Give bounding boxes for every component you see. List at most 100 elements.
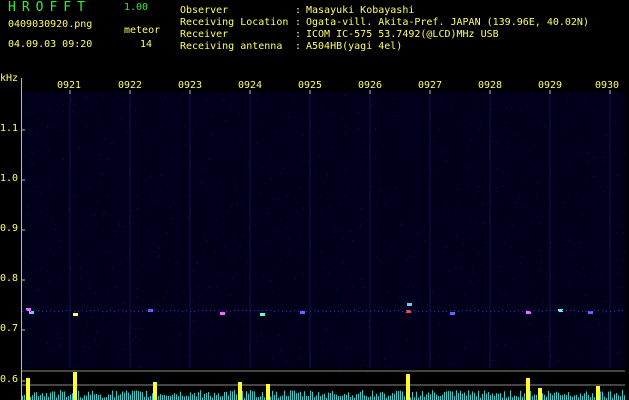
carrier-dot: [414, 310, 415, 311]
activity-bar: [476, 396, 477, 400]
noise-dot: [401, 106, 403, 107]
noise-dot: [195, 353, 196, 355]
activity-bar: [486, 393, 487, 400]
noise-dot: [134, 328, 136, 330]
noise-dot: [444, 212, 445, 214]
carrier-dot: [298, 311, 299, 312]
noise-dot: [415, 129, 417, 131]
noise-dot: [372, 99, 374, 101]
noise-dot: [109, 272, 111, 274]
minute-band: [129, 92, 131, 368]
activity-bar: [242, 391, 243, 400]
noise-dot: [486, 161, 487, 163]
activity-bar: [50, 392, 51, 400]
noise-dot: [105, 225, 107, 227]
noise-dot: [26, 105, 28, 107]
noise-dot: [108, 144, 110, 146]
noise-dot: [594, 256, 596, 258]
noise-dot: [149, 209, 151, 210]
noise-dot: [371, 104, 373, 106]
noise-dot: [479, 252, 481, 254]
noise-dot: [243, 100, 245, 102]
activity-bar: [444, 391, 445, 400]
noise-dot: [185, 303, 186, 305]
noise-dot: [340, 202, 342, 204]
noise-dot: [526, 366, 528, 368]
noise-dot: [184, 92, 186, 94]
noise-dot: [478, 128, 480, 130]
noise-dot: [479, 124, 481, 126]
noise-dot: [275, 132, 277, 134]
noise-dot: [102, 213, 104, 214]
noise-dot: [165, 246, 167, 248]
carrier-dot: [170, 310, 171, 311]
noise-dot: [607, 296, 609, 297]
noise-dot: [447, 362, 449, 364]
noise-dot: [169, 281, 171, 283]
noise-dot: [360, 173, 362, 175]
noise-dot: [439, 324, 441, 326]
carrier-dot: [510, 311, 511, 312]
noise-dot: [551, 242, 553, 244]
noise-dot: [449, 275, 451, 277]
carrier-dot: [310, 311, 311, 312]
noise-dot: [115, 287, 117, 289]
noise-dot: [377, 303, 379, 305]
noise-dot: [255, 335, 257, 337]
noise-dot: [262, 275, 264, 276]
noise-dot: [601, 260, 603, 262]
activity-bar: [46, 393, 47, 400]
noise-dot: [100, 134, 102, 136]
noise-dot: [133, 249, 135, 251]
noise-dot: [220, 316, 221, 318]
activity-bar: [544, 394, 545, 400]
noise-dot: [375, 101, 377, 103]
noise-dot: [146, 287, 148, 289]
noise-dot: [275, 342, 277, 344]
noise-dot: [302, 134, 304, 136]
noise-dot: [131, 209, 133, 211]
activity-bar: [84, 395, 85, 400]
noise-dot: [534, 100, 536, 102]
noise-dot: [578, 152, 580, 154]
noise-dot: [45, 97, 47, 99]
noise-dot: [45, 327, 47, 329]
carrier-dot: [454, 310, 455, 311]
carrier-dot: [130, 310, 131, 311]
noise-dot: [624, 95, 626, 97]
carrier-dot: [558, 311, 559, 312]
noise-dot: [159, 126, 161, 128]
noise-dot: [71, 100, 73, 102]
noise-dot: [321, 277, 323, 279]
minute-band: [489, 92, 491, 368]
noise-dot: [523, 184, 525, 186]
noise-dot: [235, 329, 237, 331]
noise-dot: [522, 138, 524, 140]
noise-dot: [97, 113, 99, 115]
noise-dot: [386, 141, 388, 143]
noise-dot: [96, 199, 98, 201]
activity-bar: [448, 390, 449, 400]
noise-dot: [278, 335, 280, 337]
noise-dot: [569, 162, 571, 164]
activity-bar: [132, 390, 133, 400]
carrier-dot: [502, 310, 503, 311]
noise-dot: [569, 191, 571, 193]
noise-dot: [118, 346, 120, 347]
activity-bar: [24, 394, 25, 400]
activity-bar: [468, 390, 469, 400]
noise-dot: [389, 198, 391, 200]
noise-dot: [611, 234, 613, 236]
noise-dot: [408, 124, 410, 126]
noise-dot: [502, 171, 504, 173]
noise-dot: [436, 170, 438, 172]
noise-dot: [145, 130, 147, 132]
carrier-dot: [106, 311, 107, 312]
noise-dot: [387, 292, 389, 294]
activity-bar: [166, 395, 167, 400]
noise-dot: [318, 199, 319, 201]
noise-dot: [24, 263, 26, 264]
noise-dot: [296, 148, 298, 150]
noise-dot: [247, 233, 249, 234]
noise-dot: [437, 348, 439, 350]
